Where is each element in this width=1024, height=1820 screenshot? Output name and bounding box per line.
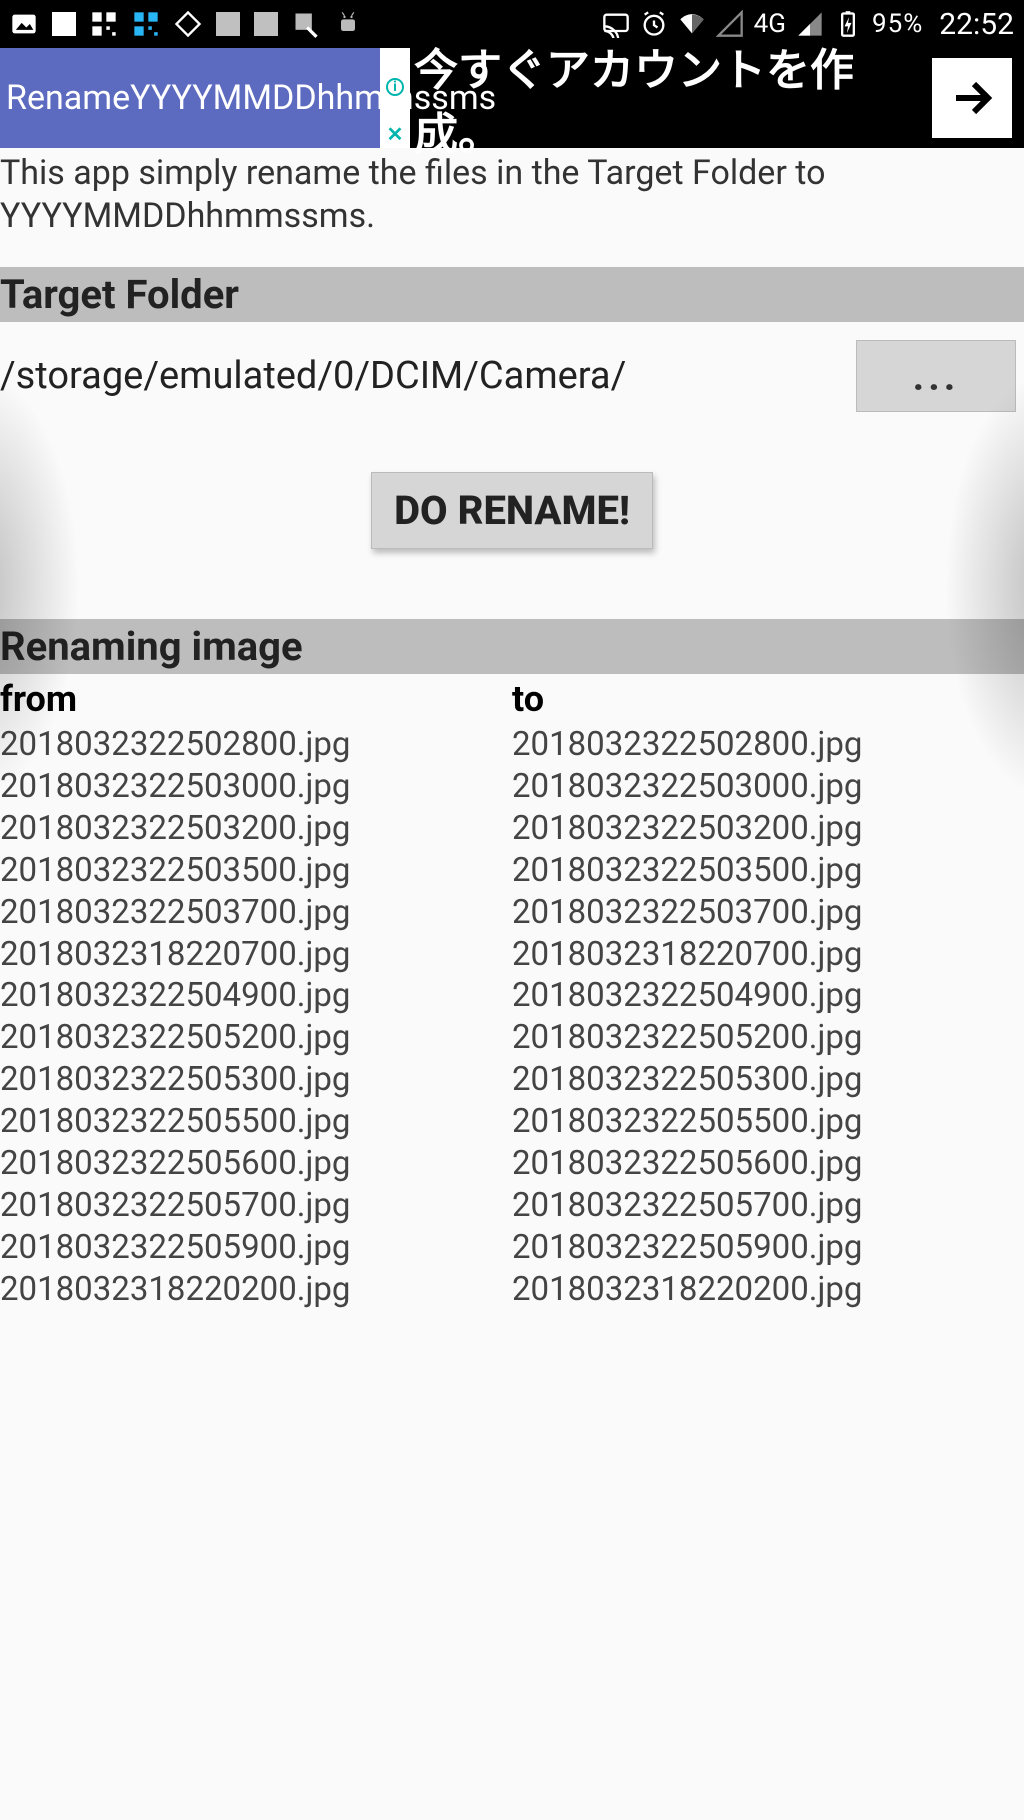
file-to: 2018032322505600.jpg	[512, 1143, 1024, 1185]
edit-icon	[292, 10, 320, 38]
file-to: 2018032322505200.jpg	[512, 1017, 1024, 1059]
table-header: from to	[0, 674, 1024, 724]
table-row: 2018032322503000.jpg2018032322503000.jpg	[0, 766, 1024, 808]
table-row: 2018032318220200.jpg2018032318220200.jpg	[0, 1269, 1024, 1311]
notification-icon-3	[254, 12, 278, 36]
ad-arrow-button[interactable]	[932, 58, 1012, 138]
table-row: 2018032322505300.jpg2018032322505300.jpg	[0, 1059, 1024, 1101]
target-path-input[interactable]: /storage/emulated/0/DCIM/Camera/	[0, 354, 846, 398]
table-row: 2018032322505700.jpg2018032322505700.jpg	[0, 1185, 1024, 1227]
file-from: 2018032322505200.jpg	[0, 1017, 512, 1059]
qr-icon-1	[90, 10, 118, 38]
file-from: 2018032322505700.jpg	[0, 1185, 512, 1227]
file-to: 2018032322503200.jpg	[512, 808, 1024, 850]
android-icon	[334, 10, 362, 38]
file-to: 2018032322505700.jpg	[512, 1185, 1024, 1227]
file-to: 2018032322503700.jpg	[512, 892, 1024, 934]
table-row: 2018032322505200.jpg2018032322505200.jpg	[0, 1017, 1024, 1059]
rename-button-wrap: DO RENAME!	[0, 452, 1024, 619]
file-to: 2018032318220700.jpg	[512, 934, 1024, 976]
file-to: 2018032322503500.jpg	[512, 850, 1024, 892]
target-folder-row: /storage/emulated/0/DCIM/Camera/ ...	[0, 322, 1024, 452]
ad-info-icon: i	[386, 78, 404, 96]
table-row: 2018032322504900.jpg2018032322504900.jpg	[0, 975, 1024, 1017]
table-row: 2018032322503500.jpg2018032322503500.jpg	[0, 850, 1024, 892]
file-to: 2018032322505500.jpg	[512, 1101, 1024, 1143]
clock: 22:52	[939, 7, 1014, 42]
file-from: 2018032322503200.jpg	[0, 808, 512, 850]
file-from: 2018032322503700.jpg	[0, 892, 512, 934]
file-to: 2018032322503000.jpg	[512, 766, 1024, 808]
browse-button[interactable]: ...	[856, 340, 1016, 412]
file-from: 2018032322505900.jpg	[0, 1227, 512, 1269]
title-ad-row: RenameYYYYMMDDhhmmssms i ✕ 今すぐアカウントを作成。	[0, 48, 1024, 148]
file-from: 2018032322505600.jpg	[0, 1143, 512, 1185]
file-from: 2018032318220200.jpg	[0, 1269, 512, 1311]
column-to-header: to	[512, 678, 1024, 720]
app-title: RenameYYYYMMDDhhmmssms	[0, 48, 380, 148]
file-to: 2018032322502800.jpg	[512, 724, 1024, 766]
ad-close-icon[interactable]: ✕	[387, 124, 404, 144]
status-left-icons	[10, 10, 362, 38]
file-to: 2018032322504900.jpg	[512, 975, 1024, 1017]
file-to: 2018032322505300.jpg	[512, 1059, 1024, 1101]
column-from-header: from	[0, 678, 512, 720]
app-description: This app simply rename the files in the …	[0, 148, 1024, 267]
section-target-folder: Target Folder	[0, 267, 1024, 322]
file-from: 2018032322504900.jpg	[0, 975, 512, 1017]
file-from: 2018032322503000.jpg	[0, 766, 512, 808]
table-row: 2018032322505600.jpg2018032322505600.jpg	[0, 1143, 1024, 1185]
table-row: 2018032322503700.jpg2018032322503700.jpg	[0, 892, 1024, 934]
section-renaming-image: Renaming image	[0, 619, 1024, 674]
table-row: 2018032322502800.jpg2018032322502800.jpg	[0, 724, 1024, 766]
file-to: 2018032322505900.jpg	[512, 1227, 1024, 1269]
table-row: 2018032322505500.jpg2018032322505500.jpg	[0, 1101, 1024, 1143]
file-from: 2018032322503500.jpg	[0, 850, 512, 892]
do-rename-button[interactable]: DO RENAME!	[371, 472, 653, 549]
notification-icon-1	[52, 12, 76, 36]
rotate-icon	[174, 10, 202, 38]
table-row: 2018032318220700.jpg2018032318220700.jpg	[0, 934, 1024, 976]
file-from: 2018032322502800.jpg	[0, 724, 512, 766]
ad-info-badge[interactable]: i ✕	[380, 48, 410, 148]
arrow-right-icon	[948, 74, 996, 122]
qr-icon-2	[132, 10, 160, 38]
image-icon	[10, 10, 38, 38]
file-from: 2018032322505500.jpg	[0, 1101, 512, 1143]
table-row: 2018032322505900.jpg2018032322505900.jpg	[0, 1227, 1024, 1269]
file-from: 2018032318220700.jpg	[0, 934, 512, 976]
file-from: 2018032322505300.jpg	[0, 1059, 512, 1101]
table-row: 2018032322503200.jpg2018032322503200.jpg	[0, 808, 1024, 850]
ad-banner-text[interactable]: 今すぐアカウントを作成。	[410, 48, 924, 148]
file-list: 2018032322502800.jpg2018032322502800.jpg…	[0, 724, 1024, 1311]
file-to: 2018032318220200.jpg	[512, 1269, 1024, 1311]
notification-icon-2	[216, 12, 240, 36]
